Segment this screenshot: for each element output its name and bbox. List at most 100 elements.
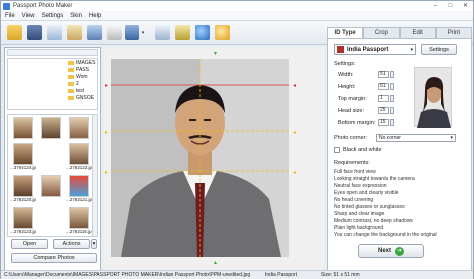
maximize-button[interactable]: □ bbox=[445, 2, 456, 10]
tree-item[interactable]: 2 bbox=[8, 80, 97, 87]
folder-tree[interactable]: IMAGES PASS Wom 2 test GNSOE bbox=[7, 58, 98, 110]
requirement-item: Eyes open and clearly visible bbox=[334, 190, 399, 196]
bottom-guide-arrow-icon[interactable]: ▴ bbox=[214, 259, 217, 266]
sample-portrait-image bbox=[417, 77, 451, 128]
chevron-down-icon: ▾ bbox=[450, 135, 453, 141]
actions-button[interactable]: Actions bbox=[53, 239, 90, 249]
menu-help[interactable]: Help bbox=[89, 13, 101, 19]
compare-photos-button[interactable]: Compare Photos bbox=[11, 253, 97, 263]
left-eye-guide-arrow-icon[interactable]: ▸ bbox=[105, 129, 108, 136]
left-chin-guide-arrow-icon[interactable]: ▸ bbox=[105, 169, 108, 176]
height-stepper[interactable] bbox=[390, 83, 394, 90]
black-white-checkbox[interactable] bbox=[334, 147, 340, 153]
portrait-image bbox=[111, 59, 289, 257]
open-folder-icon[interactable] bbox=[7, 25, 22, 40]
requirement-item: Neutral face expression bbox=[334, 183, 387, 189]
requirement-item: Looking straight towards the camera bbox=[334, 176, 415, 182]
top-margin-stepper[interactable] bbox=[390, 95, 394, 102]
undo-icon[interactable] bbox=[47, 25, 62, 40]
next-button[interactable]: Next ➜ bbox=[358, 244, 424, 258]
thumbnail-grid: ...3764124.jpeg ...2763122.jpeg ...27631… bbox=[7, 114, 98, 237]
status-size: Size: 51 x 51 mm bbox=[321, 272, 360, 278]
thumbnail[interactable]: ...2763122.jpeg bbox=[66, 143, 92, 173]
tab-id-type[interactable]: ID Type bbox=[327, 27, 364, 38]
folder-icon bbox=[68, 95, 74, 100]
photo-editor-canvas: ▾ ▴ ▸ ◂ ▸ ◂ ▸ ◂ bbox=[104, 47, 324, 271]
menu-view[interactable]: View bbox=[22, 13, 35, 19]
folder-icon bbox=[68, 81, 74, 86]
photo-folder-icon[interactable] bbox=[67, 25, 82, 40]
id-type-select[interactable]: India Passport ▾ bbox=[334, 44, 416, 55]
thumbnail[interactable] bbox=[38, 175, 64, 205]
passport-photo[interactable] bbox=[111, 59, 289, 257]
menu-settings[interactable]: Settings bbox=[42, 13, 64, 19]
photo-corner-value: No corner bbox=[379, 135, 401, 141]
chevron-down-icon[interactable]: ▾ bbox=[140, 30, 146, 36]
bottom-margin-stepper[interactable] bbox=[390, 119, 394, 126]
requirement-item: Full face front view bbox=[334, 169, 376, 175]
width-stepper[interactable] bbox=[390, 71, 394, 78]
height-field[interactable]: 51 bbox=[378, 83, 389, 90]
print-icon[interactable] bbox=[107, 25, 122, 40]
help-icon[interactable] bbox=[215, 25, 230, 40]
width-field[interactable]: 51 bbox=[378, 71, 389, 78]
tree-item[interactable]: test bbox=[8, 87, 97, 94]
settings-panel: ID Type Crop Edit Print India Passport ▾… bbox=[327, 27, 472, 271]
photo-corner-label: Photo corner: bbox=[334, 135, 368, 141]
top-guide-arrow-icon[interactable]: ▾ bbox=[214, 50, 217, 57]
tree-item[interactable]: PASS bbox=[8, 66, 97, 73]
menu-bar: File View Settings Skin Help bbox=[1, 11, 473, 21]
right-eye-guide-arrow-icon[interactable]: ◂ bbox=[293, 129, 296, 136]
thumbnail[interactable]: ...2763120.jpeg bbox=[10, 175, 36, 205]
height-label: Height: bbox=[338, 84, 356, 90]
requirement-item: Medium contrast, no deep shadows bbox=[334, 218, 413, 224]
head-size-field[interactable]: 25 bbox=[378, 107, 389, 114]
thumbnail[interactable]: ...2763123.jpeg bbox=[10, 207, 36, 236]
id-settings-button[interactable]: Settings bbox=[421, 44, 457, 55]
globe-icon[interactable] bbox=[195, 25, 210, 40]
camera-icon[interactable] bbox=[87, 25, 102, 40]
top-margin-label: Top margin: bbox=[338, 96, 367, 102]
thumbnail[interactable]: ...2763121.jpeg bbox=[66, 175, 92, 205]
app-window: Passport Photo Maker – □ ✕ File View Set… bbox=[0, 0, 474, 279]
id-type-panel: India Passport ▾ Settings Settings: Widt… bbox=[327, 38, 472, 271]
black-white-label: Black and white bbox=[343, 147, 382, 153]
bottom-margin-field[interactable]: 15 bbox=[378, 119, 389, 126]
thumbnail[interactable]: ...3764124.jpeg bbox=[10, 143, 36, 173]
id-type-selected: India Passport bbox=[347, 46, 389, 53]
photo-corner-select[interactable]: No corner ▾ bbox=[376, 134, 456, 142]
minimize-button[interactable]: – bbox=[430, 2, 441, 10]
head-size-label: Head size: bbox=[338, 108, 364, 114]
bottom-margin-label: Bottom margin: bbox=[338, 120, 376, 126]
requirement-item: No tinted glasses or sunglasses bbox=[334, 204, 405, 210]
settings-heading: Settings: bbox=[334, 61, 356, 67]
tree-item[interactable]: Wom bbox=[8, 73, 97, 80]
requirement-item: Sharp and clear image bbox=[334, 211, 385, 217]
thumbnail-scrollbar[interactable] bbox=[92, 115, 97, 236]
open-button[interactable]: Open bbox=[11, 239, 48, 249]
status-bar: C:\Users\Manager\Documents\IMAGES\PASSPO… bbox=[1, 270, 473, 279]
right-chin-guide-arrow-icon[interactable]: ◂ bbox=[293, 169, 296, 176]
tree-item[interactable]: GNSOE bbox=[8, 94, 97, 101]
left-guide-arrow-icon[interactable]: ▸ bbox=[105, 82, 108, 89]
save-icon[interactable] bbox=[27, 25, 42, 40]
menu-skin[interactable]: Skin bbox=[70, 13, 82, 19]
requirement-item: Plain light background bbox=[334, 225, 384, 231]
actions-dropdown-icon[interactable]: ▾ bbox=[91, 239, 97, 249]
tab-edit[interactable]: Edit bbox=[399, 27, 436, 38]
right-guide-arrow-icon[interactable]: ◂ bbox=[293, 82, 296, 89]
tab-print[interactable]: Print bbox=[435, 27, 472, 38]
thumbnail[interactable] bbox=[38, 117, 64, 147]
tree-item[interactable]: IMAGES bbox=[8, 59, 97, 66]
menu-file[interactable]: File bbox=[5, 13, 15, 19]
head-size-stepper[interactable] bbox=[390, 107, 394, 114]
export-icon[interactable] bbox=[125, 25, 139, 40]
close-button[interactable]: ✕ bbox=[460, 2, 471, 10]
folder-path-bar[interactable] bbox=[7, 49, 98, 56]
tab-crop[interactable]: Crop bbox=[363, 27, 400, 38]
thumbnail[interactable]: ...2763116.jpeg bbox=[66, 207, 92, 236]
folder-icon bbox=[68, 88, 74, 93]
top-margin-field[interactable]: 1 bbox=[378, 95, 389, 102]
gallery-icon[interactable] bbox=[155, 25, 170, 40]
id-card-icon[interactable] bbox=[175, 25, 190, 40]
